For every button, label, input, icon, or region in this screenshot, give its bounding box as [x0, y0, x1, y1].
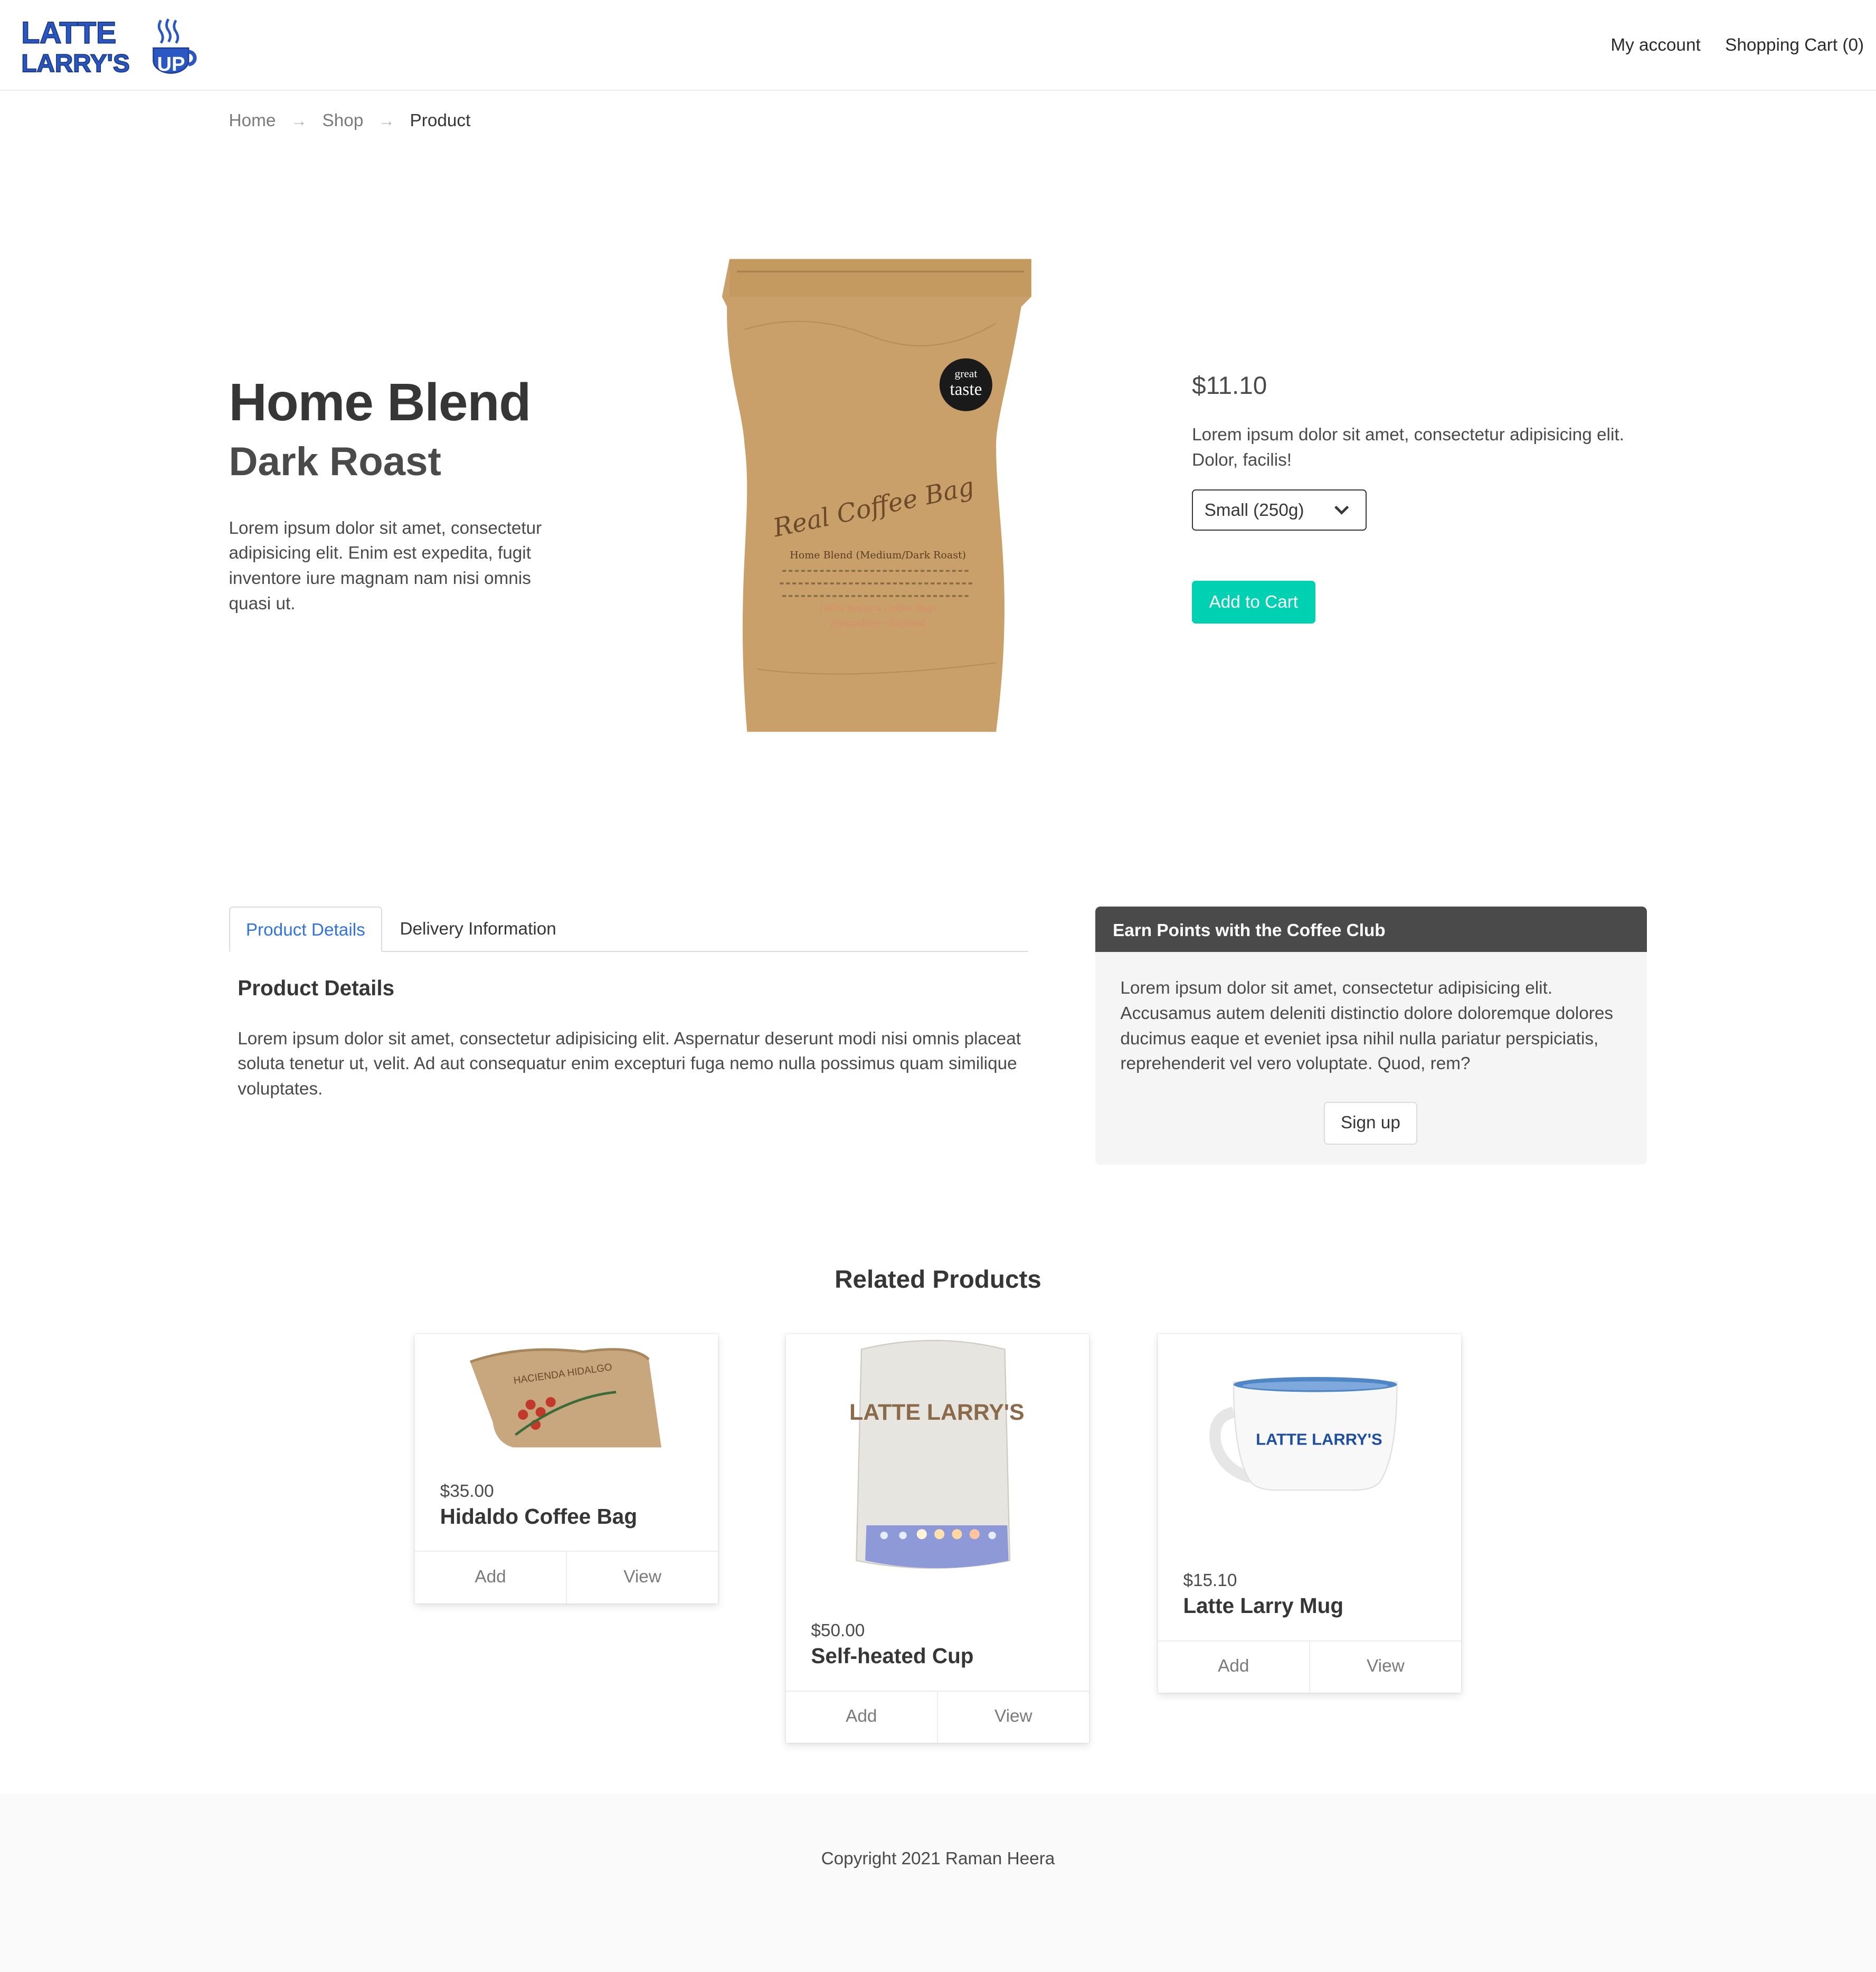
card-view-button[interactable]: View [566, 1552, 718, 1604]
logo-line2: LARRY'S [22, 50, 130, 76]
card-name[interactable]: Self-heated Cup [811, 1644, 973, 1668]
coffee-sack-image: HACIENDA HIDALGO [470, 1348, 661, 1448]
related-card-latte-larry-mug[interactable]: LATTE LARRY'S $15.10 Latte Larry Mug Add… [1158, 1334, 1461, 1693]
tab-product-details[interactable]: Product Details [229, 907, 383, 952]
coffee-bag-image: great taste Real Coffee Bag Home Blend (… [722, 259, 1031, 732]
my-account-link[interactable]: My account [1610, 35, 1700, 55]
coffee-club-card: Earn Points with the Coffee Club Lorem i… [1095, 907, 1647, 1165]
card-price: $35.00 [440, 1481, 494, 1501]
coffee-club-body: Lorem ipsum dolor sit amet, consectetur … [1120, 978, 1614, 1074]
card-view-button[interactable]: View [936, 1691, 1089, 1743]
navbar: LATTE LARRY'S UP My account Shopping Car… [0, 0, 1876, 91]
arrow-right-icon: → [291, 111, 307, 130]
latte-larrys-logo[interactable]: LATTE LARRY'S UP [20, 15, 204, 76]
bag-line1-text: Home Blend (Medium/Dark Roast) [790, 550, 966, 561]
related-products-title: Related Products [835, 1266, 1041, 1294]
card-view-button[interactable]: View [1309, 1641, 1461, 1693]
bag-line2-text: 100% Arabica Coffee Bags [818, 603, 936, 614]
size-select[interactable]: Small (250g) [1192, 489, 1367, 531]
badge-small-text: great [954, 367, 977, 380]
product-subtitle: Dark Roast [229, 439, 441, 485]
page: LATTE LARRY'S UP My account Shopping Car… [0, 0, 1876, 1972]
sign-up-button[interactable]: Sign up [1324, 1101, 1417, 1145]
shopping-cart-link[interactable]: Shopping Cart (0) [1725, 35, 1864, 55]
chevron-down-icon [1334, 505, 1349, 515]
product-tabs: Product Details Delivery Information [229, 907, 1029, 952]
related-card-self-heated-cup[interactable]: LATTE LARRY'S $50.00 Self-heated Cup Add… [785, 1334, 1089, 1743]
card-footer: Add View [785, 1690, 1089, 1743]
steam-icon [157, 18, 179, 44]
card-name[interactable]: Hidaldo Coffee Bag [440, 1504, 637, 1529]
arrow-right-icon: → [378, 111, 395, 130]
breadcrumb: Home → Shop → Product [229, 111, 471, 131]
bag-line3-text: Shropshire—England [830, 618, 925, 628]
tab-delivery-information[interactable]: Delivery Information [400, 907, 556, 952]
buy-description: Lorem ipsum dolor sit amet, consectetur … [1192, 425, 1624, 470]
coffee-club-heading: Earn Points with the Coffee Club [1095, 907, 1647, 952]
copyright-text: Copyright 2021 Raman Heera [821, 1848, 1055, 1869]
card-footer: Add View [1158, 1640, 1461, 1693]
mug-brand-text: LATTE LARRY'S [1256, 1430, 1382, 1449]
tab-content-body: Lorem ipsum dolor sit amet, consectetur … [238, 1029, 1021, 1099]
related-card-hidaldo[interactable]: HACIENDA HIDALGO $35.00 Hidaldo Coffee B… [415, 1334, 718, 1604]
self-heated-cup-image: LATTE LARRY'S [849, 1340, 1025, 1569]
product-description: Lorem ipsum dolor sit amet, consectetur … [229, 518, 542, 614]
card-name[interactable]: Latte Larry Mug [1183, 1593, 1343, 1618]
card-add-button[interactable]: Add [786, 1692, 937, 1743]
footer: Copyright 2021 Raman Heera [0, 1793, 1876, 1972]
card-footer: Add View [415, 1551, 718, 1604]
card-price: $50.00 [811, 1621, 865, 1641]
badge-big-text: taste [950, 380, 982, 399]
card-add-button[interactable]: Add [415, 1552, 566, 1603]
logo-cup-text: UP [157, 53, 185, 75]
breadcrumb-home[interactable]: Home [229, 111, 276, 131]
product-title: Home Blend [229, 373, 532, 432]
card-add-button[interactable]: Add [1158, 1641, 1309, 1693]
latte-larry-mug-image: LATTE LARRY'S [1209, 1377, 1398, 1491]
breadcrumb-shop[interactable]: Shop [323, 111, 364, 131]
breadcrumb-product: Product [410, 110, 471, 130]
logo-line1: LATTE [22, 16, 117, 50]
add-to-cart-button[interactable]: Add to Cart [1192, 581, 1315, 624]
card-price: $15.10 [1183, 1571, 1237, 1591]
size-select-value: Small (250g) [1204, 500, 1304, 520]
tab-content-heading: Product Details [238, 976, 395, 1001]
cup-brand-text: LATTE LARRY'S [849, 1400, 1025, 1425]
product-price: $11.10 [1192, 371, 1267, 400]
